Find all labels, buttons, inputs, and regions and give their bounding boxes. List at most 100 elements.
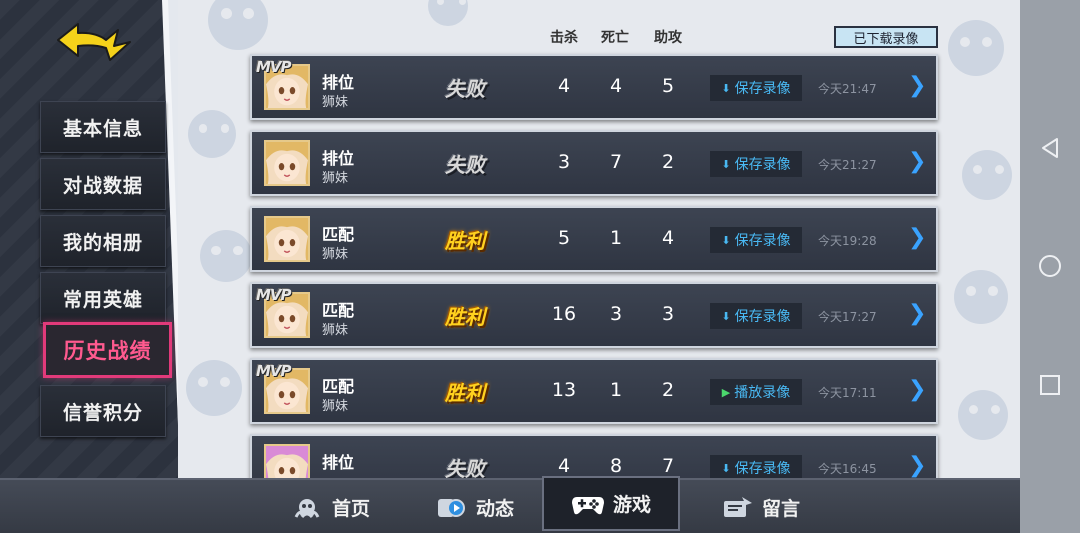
assists-value: 3	[661, 303, 675, 325]
back-button[interactable]	[56, 20, 132, 62]
sidebar-item-heroes[interactable]: 常用英雄	[40, 272, 166, 324]
bottom-tab-bar: 首页 动态 游戏 留言	[0, 476, 1020, 533]
game-mode: 匹配	[322, 301, 355, 320]
tab-home[interactable]: 首页	[270, 480, 390, 533]
assists-value: 4	[661, 227, 675, 249]
deaths-value: 7	[609, 151, 623, 173]
hero-avatar	[264, 140, 310, 186]
mvp-badge: MVP	[256, 58, 292, 76]
play-icon: ▶	[721, 385, 731, 399]
match-time: 今天21:27	[818, 158, 877, 172]
background-pattern	[428, 0, 468, 26]
hero-name: 狮妹	[322, 95, 349, 110]
replay-action-label: 播放录像	[734, 385, 791, 401]
nav-home-icon[interactable]	[1038, 254, 1062, 278]
background-pattern	[208, 0, 268, 50]
chevron-right-icon[interactable]: ❯	[908, 453, 926, 478]
downloaded-videos-button[interactable]: 已下载录像	[834, 26, 938, 48]
sidebar-item-credit[interactable]: 信誉积分	[40, 385, 166, 437]
save-replay-button[interactable]: ⬇ 保存录像	[710, 151, 802, 177]
hero-portrait-icon	[266, 142, 308, 184]
chevron-right-icon[interactable]: ❯	[908, 301, 926, 326]
match-time: 今天21:47	[818, 82, 877, 96]
deaths-column-header: 死亡	[601, 30, 629, 46]
background-pattern	[954, 270, 1008, 324]
match-record-row[interactable]: MVP 匹配 狮妹 胜利 13 1 2 ▶ 播放录像 今天17:11 ❯	[250, 358, 938, 424]
download-icon: ⬇	[721, 461, 731, 475]
hero-name: 狮妹	[322, 247, 349, 262]
hero-portrait-icon	[266, 218, 308, 260]
game-mode: 排位	[322, 453, 355, 472]
replay-action-label: 保存录像	[734, 233, 791, 249]
hero-avatar	[264, 444, 310, 478]
back-arrow-icon	[57, 23, 131, 61]
download-icon: ⬇	[721, 309, 731, 323]
save-replay-button[interactable]: ⬇ 保存录像	[710, 455, 802, 478]
tab-game[interactable]: 游戏	[542, 476, 680, 531]
match-record-row[interactable]: MVP 排位 狮妹 失败 4 4 5 ⬇ 保存录像 今天21:47 ❯	[250, 54, 938, 120]
match-result: 失败	[445, 457, 485, 478]
replay-action-label: 保存录像	[734, 81, 791, 97]
match-record-row[interactable]: 排位 失败 4 8 7 ⬇ 保存录像 今天16:45 ❯	[250, 434, 938, 478]
match-record-row[interactable]: MVP 匹配 狮妹 胜利 16 3 3 ⬇ 保存录像 今天17:27 ❯	[250, 282, 938, 348]
match-time: 今天19:28	[818, 234, 877, 248]
message-icon	[723, 496, 752, 517]
hero-name: 狮妹	[322, 171, 349, 186]
sidebar-item-history[interactable]: 历史战绩	[43, 322, 172, 378]
kills-value: 5	[557, 227, 571, 249]
sidebar-item-basic-info[interactable]: 基本信息	[40, 101, 166, 153]
assists-value: 5	[661, 75, 675, 97]
nav-recents-icon[interactable]	[1038, 373, 1062, 397]
match-result: 胜利	[445, 229, 485, 253]
background-pattern	[188, 110, 236, 158]
assists-value: 7	[661, 455, 675, 477]
home-creature-icon	[294, 498, 320, 518]
chevron-right-icon[interactable]: ❯	[908, 73, 926, 98]
tab-game-label: 游戏	[612, 494, 651, 516]
hero-avatar	[264, 216, 310, 262]
nav-back-icon[interactable]	[1038, 136, 1062, 160]
kills-value: 4	[557, 455, 571, 477]
match-time: 今天17:11	[818, 386, 877, 400]
chevron-right-icon[interactable]: ❯	[908, 377, 926, 402]
kills-value: 4	[557, 75, 571, 97]
tab-moments[interactable]: 动态	[414, 480, 534, 533]
save-replay-button[interactable]: ⬇ 保存录像	[710, 303, 802, 329]
match-time: 今天17:27	[818, 310, 877, 324]
assists-column-header: 助攻	[654, 30, 682, 46]
game-mode: 排位	[322, 73, 355, 92]
tab-moments-label: 动态	[475, 498, 514, 520]
background-pattern	[200, 230, 252, 282]
chevron-right-icon[interactable]: ❯	[908, 225, 926, 250]
match-record-row[interactable]: 排位 狮妹 失败 3 7 2 ⬇ 保存录像 今天21:27 ❯	[250, 130, 938, 196]
sidebar-item-battle-data[interactable]: 对战数据	[40, 158, 166, 210]
assists-value: 2	[661, 151, 675, 173]
save-replay-button[interactable]: ⬇ 保存录像	[710, 227, 802, 253]
match-result: 失败	[445, 77, 485, 101]
tab-messages[interactable]: 留言	[700, 480, 820, 533]
deaths-value: 1	[609, 379, 623, 401]
play-replay-button[interactable]: ▶ 播放录像	[710, 379, 802, 405]
kills-value: 13	[551, 379, 577, 401]
match-result: 失败	[445, 153, 485, 177]
kills-value: 16	[551, 303, 577, 325]
chevron-right-icon[interactable]: ❯	[908, 149, 926, 174]
mvp-badge: MVP	[256, 362, 292, 380]
replay-action-label: 保存录像	[734, 157, 791, 173]
game-mode: 匹配	[322, 225, 355, 244]
moments-icon	[437, 498, 465, 517]
deaths-value: 4	[609, 75, 623, 97]
tab-messages-label: 留言	[761, 498, 800, 520]
assists-value: 2	[661, 379, 675, 401]
replay-action-label: 保存录像	[734, 309, 791, 325]
mvp-badge: MVP	[256, 286, 292, 304]
sidebar-item-album[interactable]: 我的相册	[40, 215, 166, 267]
hero-portrait-icon	[266, 446, 308, 478]
hero-name: 狮妹	[322, 323, 349, 338]
replay-action-label: 保存录像	[734, 461, 791, 477]
gamepad-icon	[571, 496, 604, 514]
background-pattern	[186, 360, 242, 416]
save-replay-button[interactable]: ⬇ 保存录像	[710, 75, 802, 101]
match-record-row[interactable]: 匹配 狮妹 胜利 5 1 4 ⬇ 保存录像 今天19:28 ❯	[250, 206, 938, 272]
kills-column-header: 击杀	[550, 30, 578, 46]
